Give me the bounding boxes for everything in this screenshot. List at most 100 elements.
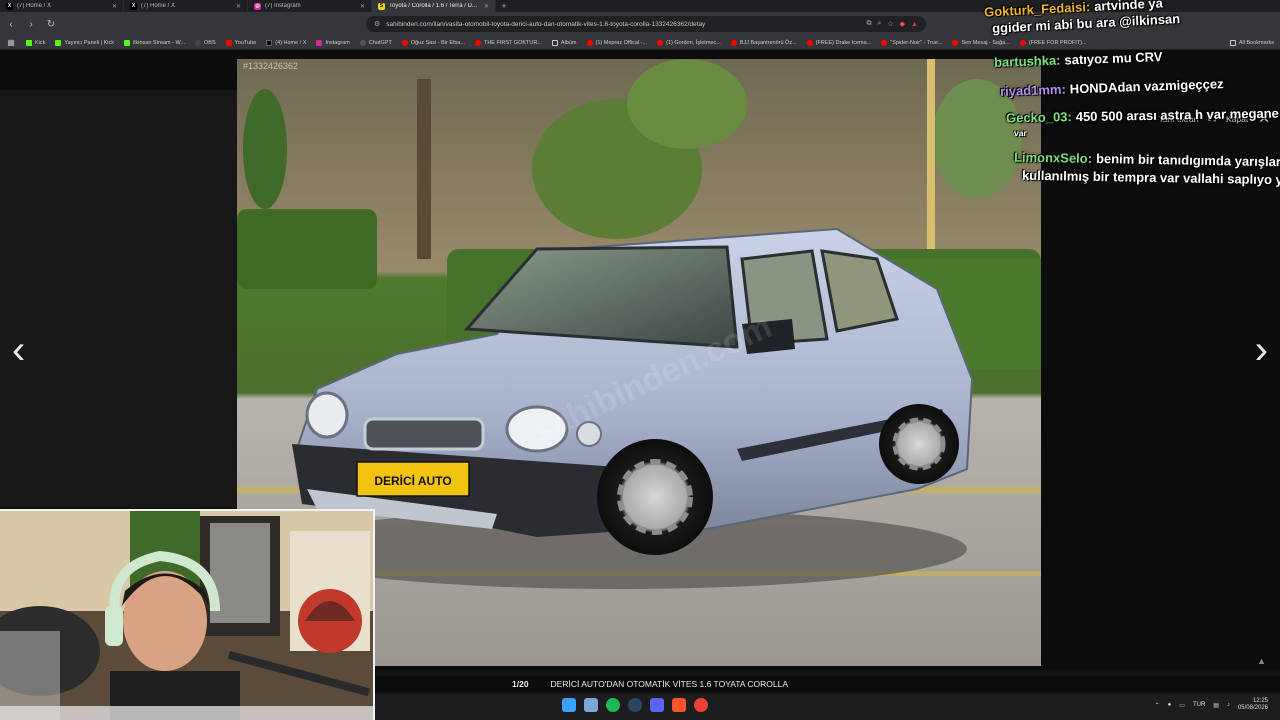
browser-tab-active[interactable]: S Toyota / Corolla / 1.6 / Terra / D... … — [372, 0, 496, 12]
previous-photo-arrow-icon[interactable]: ‹ — [12, 330, 25, 370]
close-tab-icon[interactable]: ✕ — [360, 3, 365, 10]
close-tab-icon[interactable]: ✕ — [484, 3, 489, 10]
language-indicator[interactable]: TUR — [1193, 702, 1205, 708]
chat-text: 450 500 arası astra h var megane — [1075, 105, 1279, 125]
steam-icon[interactable] — [628, 698, 642, 712]
address-bar[interactable]: ⚙ sahibinden.com/ilan/vasita-otomobil-to… — [366, 16, 926, 32]
back-arrow-icon[interactable]: ‹ — [6, 19, 16, 30]
license-plate-text: DERİCİ AUTO — [374, 473, 451, 488]
clock[interactable]: 12:25 05/08/2026 — [1238, 698, 1268, 712]
chat-text: satıyoz mu CRV — [1064, 49, 1163, 68]
system-tray: ⌃ ● ▭ TUR ▤ ♪ 12:25 05/08/2026 — [1155, 698, 1268, 712]
bookmark-item[interactable]: Oğuz Sasi - Bir Efsa... — [401, 39, 465, 46]
bookmark-item[interactable]: BJJ Başantrenörü Öz... — [730, 39, 797, 46]
microphone-icon[interactable]: ● — [1168, 702, 1172, 708]
browser-tab[interactable]: X (7) Home / X ✕ — [124, 0, 248, 12]
bookmark-item[interactable]: Yayıncı Paneli | Kick — [55, 39, 115, 46]
sahibinden-icon: S — [378, 2, 385, 10]
new-tab-button[interactable]: + — [496, 0, 512, 12]
bookmark-item[interactable]: Albüm — [551, 39, 577, 46]
apps-grid-icon[interactable]: ▦ — [6, 38, 16, 47]
network-icon[interactable]: ▤ — [1213, 702, 1219, 709]
streamer-webcam — [0, 509, 375, 720]
windows-start-icon[interactable] — [562, 698, 576, 712]
bookmark-item[interactable]: (1) Gordon, İşletmec... — [657, 39, 721, 46]
kick-icon — [55, 39, 62, 46]
bookmark-item[interactable]: (FREE) Drake Icema... — [806, 39, 872, 46]
url-text[interactable]: sahibinden.com/ilan/vasita-otomobil-toyo… — [386, 21, 860, 28]
tab-title: (7) Home / X — [17, 3, 52, 9]
close-tab-icon[interactable]: ✕ — [236, 3, 241, 10]
tab-title: (7) Instagram — [265, 3, 301, 9]
youtube-icon — [657, 39, 664, 46]
chat-message: var — [1010, 128, 1027, 138]
bookmark-label: (1) Gordon, İşletmec... — [666, 39, 721, 46]
bookmark-star-icon[interactable]: ☆ — [887, 20, 893, 28]
bookmark-item[interactable]: THE FIRST GOKTUR... — [474, 39, 542, 46]
chat-text: benim bir tanıdıgımda yarışlard — [1095, 151, 1280, 170]
listing-id: #1332426362 — [243, 61, 299, 71]
chat-message: riyad1mm: HONDAdan vazmigeççez — [1000, 76, 1224, 99]
bookmark-label: Yayıncı Paneli | Kick — [64, 39, 115, 46]
browser-tab[interactable]: ◎ (7) Instagram ✕ — [248, 0, 372, 12]
scroll-to-top-icon[interactable]: ▲ — [1257, 656, 1266, 666]
bookmark-label: Albüm — [560, 39, 577, 46]
browser-tab[interactable]: X (7) Home / X ✕ — [0, 0, 124, 12]
tab-title: Toyota / Corolla / 1.6 / Terra / D... — [389, 3, 477, 9]
chrome-icon[interactable] — [694, 698, 708, 712]
zoom-icon[interactable]: ⌕ — [877, 20, 881, 28]
youtube-icon — [401, 39, 408, 46]
bookmark-item[interactable]: ilkinsan Stream - W... — [124, 39, 185, 46]
forward-arrow-icon[interactable]: › — [26, 19, 36, 30]
chat-text: var — [1014, 128, 1027, 138]
volume-icon[interactable]: ♪ — [1227, 702, 1230, 708]
discord-icon[interactable] — [650, 698, 664, 712]
bookmark-item[interactable]: YouTube — [225, 39, 257, 46]
youtube-icon — [952, 39, 959, 46]
bookmark-item[interactable]: Instagram — [316, 39, 350, 46]
bookmark-label: (1) Mepraz Offical -... — [595, 39, 648, 46]
tab-title: (7) Home / X — [141, 3, 176, 9]
spotify-icon[interactable] — [606, 698, 620, 712]
webcam-feed-illustration — [0, 511, 373, 720]
brave-rewards-icon[interactable]: ▲ — [911, 21, 918, 28]
bookmark-label: "Spider-Noir" - True... — [890, 39, 943, 46]
instagram-icon — [316, 39, 323, 46]
bookmark-label: (4) Home / X — [275, 39, 307, 46]
bookmark-label: THE FIRST GOKTUR... — [483, 39, 542, 46]
file-explorer-icon[interactable] — [584, 698, 598, 712]
chat-username — [988, 21, 989, 36]
kick-icon — [124, 39, 131, 46]
youtube-icon — [586, 39, 593, 46]
folder-icon — [551, 39, 558, 46]
brave-shield-icon[interactable]: ◆ — [900, 20, 905, 28]
keyboard-icon[interactable]: ▭ — [1179, 702, 1185, 709]
kick-icon — [26, 39, 32, 46]
windows-taskbar: ⌃ ● ▭ TUR ▤ ♪ 12:25 05/08/2026 — [375, 694, 1280, 720]
chat-message: LimonxSelo: benim bir tanıdıgımda yarışla… — [1014, 150, 1280, 170]
youtube-icon — [225, 39, 232, 46]
bookmark-item[interactable]: "Spider-Noir" - True... — [881, 39, 943, 46]
bookmark-item[interactable]: (4) Home / X — [266, 39, 307, 46]
youtube-icon — [881, 39, 888, 46]
bookmark-item[interactable]: ChatGPT — [359, 39, 392, 46]
stream-chat-overlay: Gokturk_Fedaisi: artvinde ya ggider mi ab… — [978, 0, 1280, 200]
tray-overflow-icon[interactable]: ⌃ — [1155, 702, 1160, 709]
reload-icon[interactable]: ↻ — [46, 19, 56, 30]
bookmark-label: Kick — [35, 39, 46, 46]
close-tab-icon[interactable]: ✕ — [112, 3, 117, 10]
next-photo-arrow-icon[interactable]: › — [1255, 330, 1268, 370]
chat-username: Gecko_03: — [1005, 109, 1072, 126]
translate-icon[interactable]: ⧉ — [866, 20, 871, 28]
bookmark-item[interactable]: OBS — [195, 39, 216, 46]
bookmark-label: YouTube — [234, 39, 257, 46]
site-info-icon[interactable]: ⚙ — [374, 20, 380, 28]
chat-username: riyad1mm: — [999, 81, 1067, 99]
chat-message: Gecko_03: 450 500 arası astra h var megan… — [1006, 106, 1279, 126]
bookmark-item[interactable]: Kick — [26, 39, 46, 46]
brave-icon[interactable] — [672, 698, 686, 712]
obs-icon — [195, 39, 201, 46]
bookmark-label: (FREE) Drake Icema... — [815, 39, 872, 46]
bookmark-item[interactable]: (1) Mepraz Offical -... — [586, 39, 648, 46]
bookmark-label: Oğuz Sasi - Bir Efsa... — [410, 39, 465, 46]
